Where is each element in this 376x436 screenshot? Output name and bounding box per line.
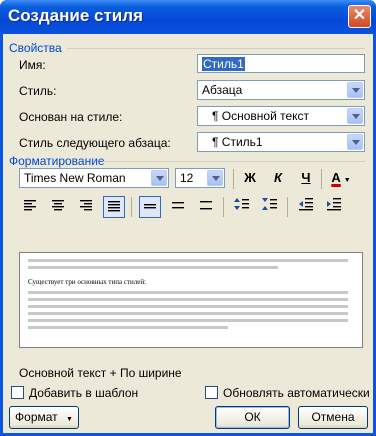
preview-prev-paragraph-line: [28, 266, 278, 269]
close-icon: ✕: [352, 7, 367, 24]
align-center-icon: [52, 200, 64, 211]
toolbar-separator: [233, 169, 234, 189]
preview-next-paragraph-line: [28, 312, 348, 315]
toolbar-separator: [131, 197, 132, 217]
paragraph-spacing-increase-icon: [234, 198, 249, 210]
increase-indent-button[interactable]: [323, 196, 345, 218]
based-on-label: Основан на стиле:: [19, 110, 123, 124]
preview-next-paragraph-line: [28, 305, 348, 308]
one-half-spacing-icon: [172, 202, 184, 209]
font-color-icon: A: [331, 170, 341, 185]
style-type-value: Абзаца: [202, 83, 243, 97]
based-on-value: ¶ Основной текст: [212, 109, 310, 123]
align-justify-button[interactable]: [103, 196, 125, 218]
chevron-down-icon[interactable]: [347, 82, 363, 98]
properties-divider: [67, 48, 365, 49]
single-spacing-icon: [144, 204, 156, 209]
name-input[interactable]: Стиль1: [197, 54, 365, 73]
dropdown-arrow-icon: ▼: [343, 177, 351, 184]
style-type-select[interactable]: Абзаца: [197, 80, 365, 100]
decrease-indent-icon: [299, 198, 313, 211]
based-on-select[interactable]: ¶ Основной текст: [197, 106, 365, 126]
chevron-down-icon[interactable]: [347, 108, 363, 124]
font-size-select[interactable]: 12: [175, 168, 225, 188]
dropdown-arrow-icon: ▼: [66, 416, 73, 423]
increase-paragraph-spacing-button[interactable]: [231, 196, 253, 218]
preview-next-paragraph-line: [28, 326, 228, 329]
dialog-body: Свойства Имя: Стиль1 Стиль: Абзаца Основ…: [3, 34, 373, 433]
chevron-down-icon[interactable]: [151, 170, 167, 186]
single-spacing-button[interactable]: [139, 196, 161, 218]
cancel-button[interactable]: Отмена: [298, 406, 368, 429]
auto-update-checkbox[interactable]: [205, 386, 218, 399]
align-justify-icon: [108, 201, 120, 212]
next-style-select[interactable]: ¶ Стиль1: [197, 132, 365, 152]
italic-button[interactable]: К: [267, 167, 289, 189]
formatting-divider: [103, 161, 365, 162]
preview-next-paragraph-line: [28, 291, 348, 294]
add-to-template-label[interactable]: Добавить в шаблон: [29, 386, 138, 400]
font-name-select[interactable]: Times New Roman: [19, 168, 169, 188]
next-style-label: Стиль следующего абзаца:: [19, 136, 171, 150]
align-center-button[interactable]: [47, 196, 69, 218]
decrease-indent-button[interactable]: [295, 196, 317, 218]
toolbar-separator: [223, 197, 224, 217]
format-button[interactable]: Формат ▼: [9, 406, 79, 429]
style-type-label: Стиль:: [19, 84, 57, 98]
style-description: Основной текст + По ширине: [19, 366, 182, 380]
paragraph-spacing-decrease-icon: [262, 198, 277, 210]
toolbar-separator: [287, 197, 288, 217]
bold-button[interactable]: Ж: [239, 167, 261, 189]
dialog-window: Создание стиля ✕ Свойства Имя: Стиль1 Ст…: [0, 0, 376, 436]
preview-next-paragraph-line: [28, 298, 348, 301]
toolbar-separator: [321, 169, 322, 189]
align-left-icon: [24, 200, 36, 211]
auto-update-label[interactable]: Обновлять автоматически: [223, 386, 370, 400]
align-right-button[interactable]: [75, 196, 97, 218]
chevron-down-icon[interactable]: [347, 134, 363, 150]
decrease-paragraph-spacing-button[interactable]: [259, 196, 281, 218]
align-left-button[interactable]: [19, 196, 41, 218]
one-half-spacing-button[interactable]: [167, 196, 189, 218]
formatting-section-title: Форматирование: [9, 154, 105, 168]
name-value: Стиль1: [202, 57, 245, 71]
align-right-icon: [80, 200, 92, 211]
font-color-button[interactable]: A ▼: [327, 167, 355, 189]
increase-indent-icon: [327, 198, 341, 211]
title-bar[interactable]: Создание стиля ✕: [0, 0, 376, 34]
preview-sample-text: Существует три основных типа стилей:: [28, 278, 147, 286]
underline-button[interactable]: Ч: [295, 167, 317, 189]
add-to-template-checkbox[interactable]: [11, 386, 24, 399]
dialog-title: Создание стиля: [8, 6, 143, 25]
style-preview: Существует три основных типа стилей:: [19, 252, 363, 348]
preview-next-paragraph-line: [28, 319, 348, 322]
properties-section-title: Свойства: [9, 41, 62, 55]
ok-button[interactable]: ОК: [215, 406, 290, 429]
format-button-label: Формат: [15, 410, 58, 424]
name-label: Имя:: [19, 58, 46, 72]
next-style-value: ¶ Стиль1: [212, 135, 263, 149]
font-size-value: 12: [180, 171, 194, 185]
chevron-down-icon[interactable]: [207, 170, 223, 186]
preview-prev-paragraph-line: [28, 259, 348, 262]
double-spacing-icon: [200, 201, 212, 210]
double-spacing-button[interactable]: [195, 196, 217, 218]
close-button[interactable]: ✕: [348, 5, 371, 28]
font-name-value: Times New Roman: [24, 171, 126, 185]
